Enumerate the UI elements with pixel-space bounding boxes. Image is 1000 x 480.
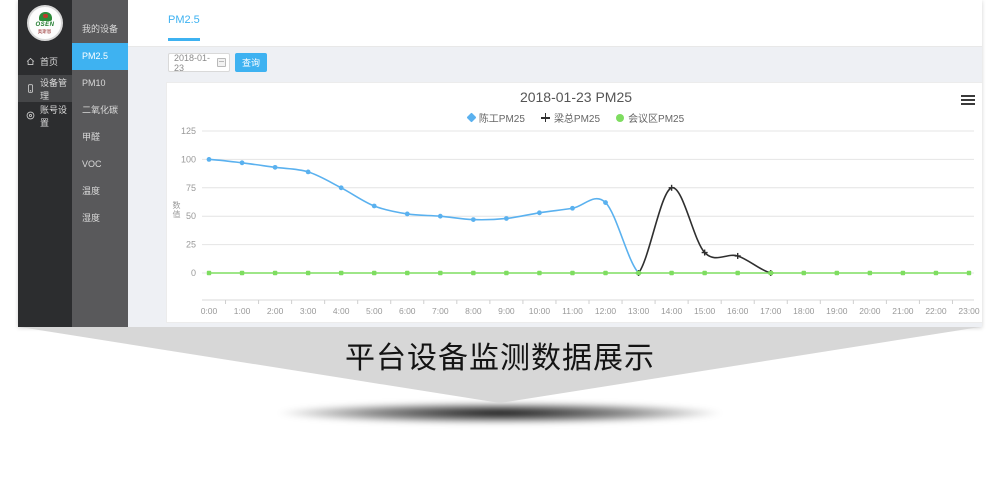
logo-emblem-icon: [39, 12, 52, 21]
svg-text:15:00: 15:00: [694, 306, 716, 316]
topbar: PM2.5: [128, 0, 982, 47]
svg-text:0: 0: [191, 268, 196, 278]
svg-text:4:00: 4:00: [333, 306, 350, 316]
device-icon: [25, 83, 36, 94]
caption-title: 平台设备监测数据展示: [0, 333, 1000, 377]
brand-logo: OSEN 奥斯恩: [27, 5, 63, 41]
main-content: PM2.5 2018-01-23 查询 2018-01-23 PM25 陈工PM…: [128, 0, 982, 327]
svg-text:25: 25: [186, 240, 196, 250]
submenu-item-formaldehyde[interactable]: 甲醛: [72, 124, 128, 151]
svg-text:22:00: 22:00: [925, 306, 947, 316]
svg-text:10:00: 10:00: [529, 306, 551, 316]
svg-text:5:00: 5:00: [366, 306, 383, 316]
presentation-stage: OSEN 奥斯恩 首页 设备管理: [0, 0, 1000, 480]
svg-text:20:00: 20:00: [859, 306, 881, 316]
logo-subtext: 奥斯恩: [38, 28, 52, 34]
svg-text:8:00: 8:00: [465, 306, 482, 316]
svg-text:125: 125: [181, 126, 196, 136]
svg-text:2:00: 2:00: [267, 306, 284, 316]
submenu-item-temperature[interactable]: 温度: [72, 178, 128, 205]
svg-text:13:00: 13:00: [628, 306, 650, 316]
svg-text:7:00: 7:00: [432, 306, 449, 316]
tab-pm25[interactable]: PM2.5: [168, 14, 200, 41]
home-icon: [25, 56, 36, 67]
svg-text:18:00: 18:00: [793, 306, 815, 316]
svg-text:9:00: 9:00: [498, 306, 515, 316]
svg-text:100: 100: [181, 154, 196, 164]
dashboard-screenshot: OSEN 奥斯恩 首页 设备管理: [18, 0, 982, 327]
svg-text:19:00: 19:00: [826, 306, 848, 316]
primary-sidebar: OSEN 奥斯恩 首页 设备管理: [18, 0, 72, 327]
svg-text:23:00: 23:00: [958, 306, 980, 316]
date-value: 2018-01-23: [174, 53, 217, 73]
logo-text: OSEN: [35, 22, 54, 28]
submenu-item-co2[interactable]: 二氧化碳: [72, 97, 128, 124]
sidebar-item-label: 首页: [40, 55, 58, 68]
query-button[interactable]: 查询: [235, 53, 267, 72]
filter-row: 2018-01-23 查询: [168, 53, 267, 72]
sidebar-item-label: 设备管理: [40, 76, 72, 102]
submenu-item-voc[interactable]: VOC: [72, 151, 128, 178]
svg-text:75: 75: [186, 183, 196, 193]
secondary-sidebar: 我的设备 PM2.5 PM10 二氧化碳 甲醛 VOC 温度 湿度: [72, 0, 128, 327]
svg-text:21:00: 21:00: [892, 306, 914, 316]
sidebar-item-devices[interactable]: 设备管理: [18, 75, 72, 102]
sidebar-item-label: 账号设置: [40, 103, 72, 129]
submenu-item-pm10[interactable]: PM10: [72, 70, 128, 97]
svg-text:14:00: 14:00: [661, 306, 683, 316]
date-input[interactable]: 2018-01-23: [168, 53, 230, 72]
chart-card: 2018-01-23 PM25 陈工PM25 梁总PM25 会议区PM25: [166, 82, 982, 323]
submenu-item-humidity[interactable]: 湿度: [72, 205, 128, 232]
line-chart: 0 25 50 75 100 125 0:00 1:00 2:00 3:00 4:00 5:00 6:0…: [167, 83, 982, 324]
calendar-icon[interactable]: [217, 58, 226, 67]
submenu-item-pm25[interactable]: PM2.5: [72, 43, 128, 70]
settings-icon: [25, 110, 36, 121]
sidebar-item-account[interactable]: 账号设置: [18, 102, 72, 129]
svg-text:1:00: 1:00: [234, 306, 251, 316]
svg-text:6:00: 6:00: [399, 306, 416, 316]
svg-text:3:00: 3:00: [300, 306, 317, 316]
sidebar-item-home[interactable]: 首页: [18, 48, 72, 75]
svg-text:17:00: 17:00: [760, 306, 782, 316]
svg-text:12:00: 12:00: [595, 306, 617, 316]
svg-text:0:00: 0:00: [201, 306, 218, 316]
svg-text:11:00: 11:00: [562, 306, 583, 316]
svg-text:50: 50: [186, 211, 196, 221]
svg-text:16:00: 16:00: [727, 306, 749, 316]
submenu-item-my-devices[interactable]: 我的设备: [72, 16, 128, 43]
